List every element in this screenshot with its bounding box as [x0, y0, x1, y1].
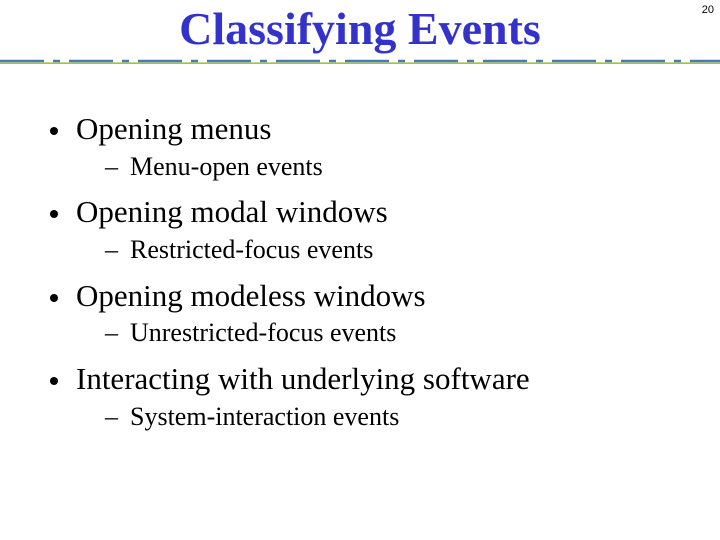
- sub-bullet-item: – Unrestricted-focus events: [105, 317, 690, 350]
- content-area: Opening menus – Menu-open events Opening…: [0, 55, 720, 433]
- sub-bullet-text: Restricted-focus events: [130, 234, 373, 267]
- bullet-text: Opening modal windows: [76, 193, 388, 232]
- bullet-dot-icon: [50, 210, 58, 218]
- bullet-item: Interacting with underlying software: [50, 360, 690, 399]
- sub-bullet-text: Unrestricted-focus events: [130, 317, 396, 350]
- bullet-item: Opening modeless windows: [50, 277, 690, 316]
- bullet-item: Opening modal windows: [50, 193, 690, 232]
- sub-bullet-text: Menu-open events: [130, 151, 323, 184]
- bullet-text: Opening menus: [76, 110, 271, 149]
- dash-icon: –: [105, 317, 118, 350]
- slide-title: Classifying Events: [169, 2, 551, 55]
- sub-bullet-item: – Restricted-focus events: [105, 234, 690, 267]
- dash-icon: –: [105, 401, 118, 434]
- bullet-dot-icon: [50, 377, 58, 385]
- bullet-text: Interacting with underlying software: [76, 360, 530, 399]
- sub-bullet-text: System-interaction events: [130, 401, 399, 434]
- sub-bullet-item: – Menu-open events: [105, 151, 690, 184]
- sub-bullet-item: – System-interaction events: [105, 401, 690, 434]
- title-area: Classifying Events: [0, 0, 720, 55]
- dash-icon: –: [105, 234, 118, 267]
- bullet-dot-icon: [50, 127, 58, 135]
- bullet-text: Opening modeless windows: [76, 277, 426, 316]
- bullet-item: Opening menus: [50, 110, 690, 149]
- bullet-dot-icon: [50, 294, 58, 302]
- dash-icon: –: [105, 151, 118, 184]
- title-underline: [0, 58, 720, 66]
